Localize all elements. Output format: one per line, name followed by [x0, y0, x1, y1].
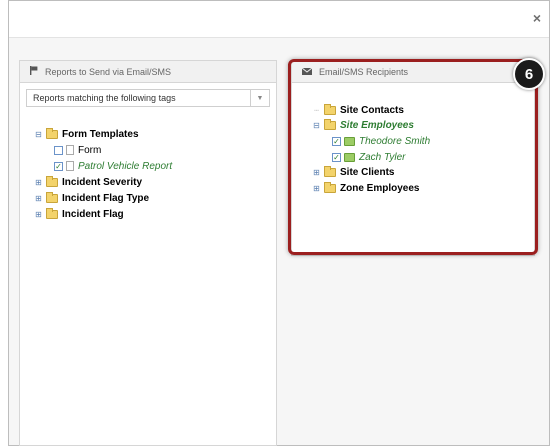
tree-node-incident-severity[interactable]: ⊞ Incident Severity	[34, 175, 142, 189]
chevron-down-icon[interactable]: ▼	[250, 90, 269, 106]
collapse-icon[interactable]: ⊟	[34, 130, 43, 139]
tree-node-label: Incident Flag	[62, 208, 124, 220]
folder-icon	[46, 207, 58, 219]
tree-node-label: Incident Severity	[62, 176, 143, 188]
folder-icon	[46, 175, 58, 187]
flag-icon	[30, 66, 38, 77]
tag-filter-select[interactable]: Reports matching the following tags ▼	[26, 89, 270, 107]
tree-node-label: Form Templates	[62, 128, 139, 140]
folder-icon	[46, 191, 58, 203]
document-icon	[66, 145, 74, 155]
tree-node-label: Incident Flag Type	[62, 192, 150, 204]
tree-node-form-templates[interactable]: ⊟ Form Templates	[34, 127, 139, 141]
tree-node-incident-flag-type[interactable]: ⊞ Incident Flag Type	[34, 191, 149, 205]
tree-node-form[interactable]: Form	[54, 143, 101, 157]
expand-icon[interactable]: ⊞	[34, 210, 43, 219]
dialog-header: ×	[9, 1, 549, 38]
checkbox[interactable]	[54, 145, 63, 155]
reports-panel-title: Reports to Send via Email/SMS	[45, 66, 172, 77]
reports-panel-header: Reports to Send via Email/SMS	[20, 61, 276, 83]
tag-filter-value: Reports matching the following tags	[33, 93, 176, 103]
step-number-badge: 6	[513, 58, 545, 90]
tree-node-label: Form	[78, 144, 102, 156]
close-icon[interactable]: ×	[533, 11, 541, 25]
tree-node-label: Patrol Vehicle Report	[78, 160, 173, 172]
folder-icon	[46, 127, 58, 139]
reports-tree: ⊟ Form Templates Form ✓ Patrol Vehicle R…	[34, 127, 264, 237]
expand-icon[interactable]: ⊞	[34, 178, 43, 187]
tree-node-incident-flag[interactable]: ⊞ Incident Flag	[34, 207, 124, 221]
checkbox-checked[interactable]: ✓	[54, 161, 63, 171]
document-icon	[66, 161, 74, 171]
annotation-highlight-box	[288, 59, 538, 255]
tree-node-patrol-vehicle-report[interactable]: ✓ Patrol Vehicle Report	[54, 159, 172, 173]
reports-panel: Reports to Send via Email/SMS Reports ma…	[19, 60, 277, 446]
expand-icon[interactable]: ⊞	[34, 194, 43, 203]
